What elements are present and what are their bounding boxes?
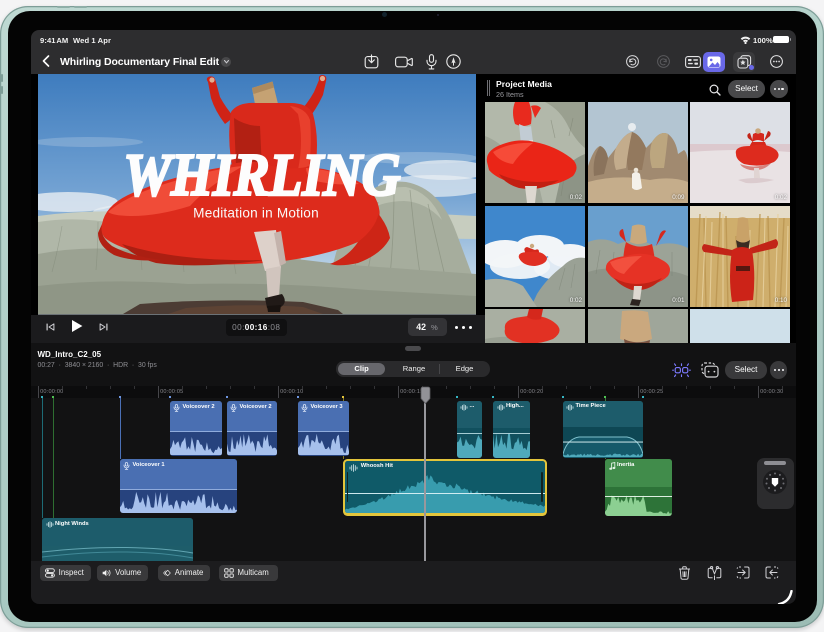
svg-text:Meditation in Motion: Meditation in Motion [193, 206, 319, 221]
svg-text:WHIRLING: WHIRLING [123, 142, 400, 208]
